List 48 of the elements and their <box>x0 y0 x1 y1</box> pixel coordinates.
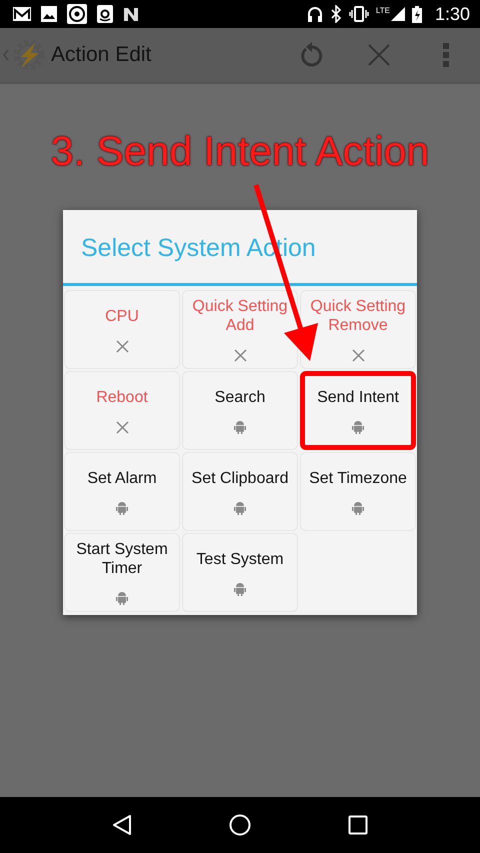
action-tile[interactable]: Test System <box>182 533 298 612</box>
action-label: Search <box>214 388 266 406</box>
recents-icon[interactable] <box>348 815 368 835</box>
cross-icon <box>116 420 128 434</box>
action-label: Quick Setting Remove <box>309 297 407 335</box>
android-icon <box>234 582 246 596</box>
android-icon <box>116 592 128 605</box>
android-icon <box>234 502 246 514</box>
action-label: Set Alarm <box>87 468 157 488</box>
annotation-text: 3. Send Intent Action <box>50 127 430 176</box>
action-label: CPU <box>105 306 139 326</box>
vibrate-icon <box>348 6 369 22</box>
android-icon <box>234 420 246 434</box>
action-tile[interactable]: Send Intent <box>300 371 416 450</box>
cross-icon <box>234 349 246 362</box>
action-label: Test System <box>196 550 284 568</box>
home-icon[interactable] <box>228 814 251 836</box>
screen-title: Action Edit <box>51 43 152 67</box>
image-icon <box>41 6 57 22</box>
action-tile[interactable]: Set Timezone <box>300 452 416 531</box>
headphones-icon <box>306 6 323 22</box>
clock: 1:30 <box>434 4 470 24</box>
action-label: Reboot <box>96 388 148 406</box>
target-icon <box>67 4 87 24</box>
action-label: Set Clipboard <box>192 468 288 488</box>
android-icon <box>352 420 364 434</box>
action-tile[interactable]: Start System Timer <box>64 533 180 612</box>
action-label: Set Timezone <box>309 468 407 488</box>
action-tile[interactable]: Set Alarm <box>64 452 180 531</box>
more-icon[interactable] <box>442 43 450 67</box>
shopping-icon <box>97 5 113 23</box>
n-logo-icon <box>123 6 139 22</box>
action-label: Quick Setting Add <box>191 297 289 335</box>
action-label: Start System Timer <box>75 540 169 578</box>
cross-icon <box>352 349 364 362</box>
battery-icon <box>412 6 422 22</box>
back-nav-icon[interactable] <box>112 814 132 836</box>
android-icon <box>116 502 128 514</box>
cross-icon <box>116 340 128 352</box>
signal-icon <box>390 7 405 21</box>
mail-icon <box>13 7 31 21</box>
android-icon <box>352 502 364 514</box>
action-tile[interactable]: Search <box>182 371 298 450</box>
close-icon[interactable] <box>368 44 390 66</box>
action-tile[interactable]: Set Clipboard <box>182 452 298 531</box>
bluetooth-icon <box>330 5 342 23</box>
action-label: Send Intent <box>317 388 399 406</box>
network-type: LTE <box>376 6 390 14</box>
